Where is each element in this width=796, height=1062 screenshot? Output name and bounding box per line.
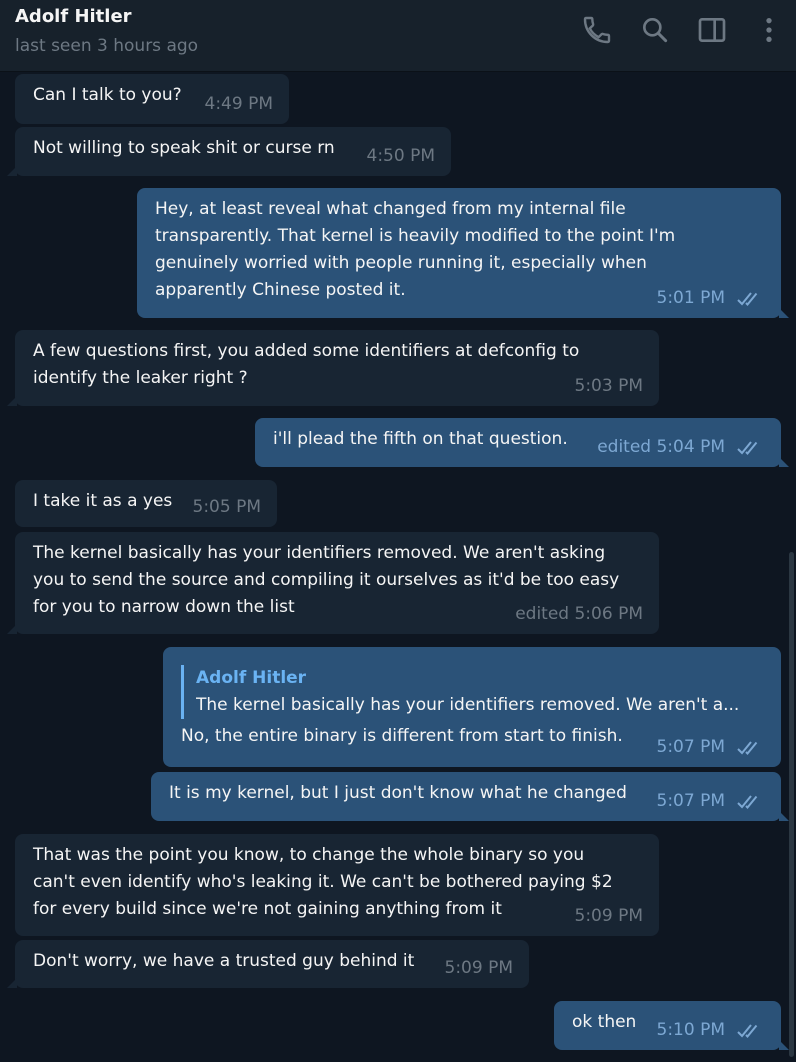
reply-quote[interactable]: Adolf Hitler The kernel basically has yo… (181, 665, 756, 719)
message-bubble[interactable]: Not willing to speak shit or curse rn 4:… (7, 127, 451, 176)
sidebar-toggle-icon[interactable] (696, 14, 728, 46)
message-bubble[interactable]: Can I talk to you? 4:49 PM (15, 74, 289, 124)
message-bubble[interactable]: i'll plead the fifth on that question. e… (255, 418, 789, 467)
more-vertical-icon[interactable] (753, 14, 785, 46)
phone-icon[interactable] (581, 14, 613, 46)
bubble-tail (7, 166, 17, 176)
message-bubble[interactable]: ok then 5:10 PM (554, 1001, 789, 1050)
message-time: 5:01 PM (656, 288, 726, 308)
message-bubble[interactable]: I take it as a yes 5:05 PM (15, 480, 277, 527)
message-time: 4:50 PM (366, 146, 436, 166)
bubble-tail (7, 624, 17, 634)
bubble-tail (779, 457, 789, 467)
bubble-tail (779, 308, 789, 318)
message-time: 5:03 PM (574, 376, 644, 396)
message-bubble[interactable]: That was the point you know, to change t… (15, 834, 659, 936)
search-icon[interactable] (639, 14, 671, 46)
bubble-tail (779, 811, 789, 821)
double-check-icon (737, 794, 758, 809)
message-text: A few questions first, you added some id… (33, 341, 580, 388)
message-bubble[interactable]: Don't worry, we have a trusted guy behin… (7, 940, 529, 988)
message-bubble[interactable]: Adolf Hitler The kernel basically has yo… (163, 647, 781, 767)
message-time: 4:49 PM (204, 94, 274, 114)
message-time: edited 5:06 PM (515, 604, 643, 624)
chat-header: Adolf Hitler last seen 3 hours ago (0, 0, 796, 72)
message-time: 5:05 PM (192, 497, 262, 517)
message-time: 5:10 PM (656, 1020, 726, 1040)
message-bubble[interactable]: Hey, at least reveal what changed from m… (137, 188, 789, 318)
message-time: 5:07 PM (656, 791, 726, 811)
contact-name[interactable]: Adolf Hitler (15, 6, 132, 27)
message-bubble[interactable]: The kernel basically has your identifier… (7, 532, 659, 634)
bubble-tail (779, 1040, 789, 1050)
double-check-icon (737, 291, 758, 306)
message-bubble[interactable]: It is my kernel, but I just don't know w… (151, 772, 789, 821)
chat-scrollbar[interactable] (789, 552, 794, 1057)
message-time: 5:09 PM (444, 958, 514, 978)
message-time: edited 5:04 PM (597, 437, 725, 457)
last-seen-status: last seen 3 hours ago (15, 36, 199, 56)
bubble-tail (7, 978, 17, 988)
message-time: 5:07 PM (656, 737, 726, 757)
message-text: Don't worry, we have a trusted guy behin… (33, 951, 415, 971)
message-text: That was the point you know, to change t… (33, 845, 613, 919)
bubble-tail (7, 396, 17, 406)
reply-author: Adolf Hitler (196, 668, 307, 688)
double-check-icon (737, 1023, 758, 1038)
message-bubble[interactable]: A few questions first, you added some id… (7, 330, 659, 406)
reply-preview: The kernel basically has your identifier… (196, 695, 740, 715)
double-check-icon (737, 440, 758, 455)
message-time: 5:09 PM (574, 906, 644, 926)
double-check-icon (737, 740, 758, 755)
